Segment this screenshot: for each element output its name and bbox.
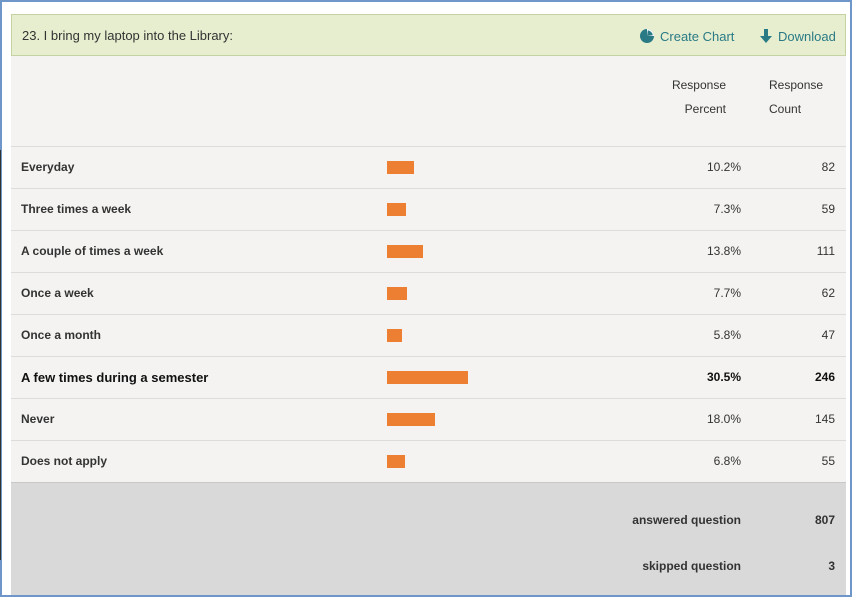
response-count: 111 (816, 244, 835, 258)
response-row: A couple of times a week 13.8% 111 (11, 230, 846, 272)
response-percent: 30.5% (706, 370, 741, 384)
response-row: Everyday 10.2% 82 (11, 146, 846, 188)
response-row: Does not apply 6.8% 55 (11, 440, 846, 482)
download-button[interactable]: Download (759, 26, 836, 46)
answer-option-label: Never (21, 412, 55, 426)
response-count: 47 (821, 328, 835, 342)
response-bar (387, 455, 405, 468)
answer-option-label: Three times a week (21, 202, 132, 216)
survey-question-panel: 23. I bring my laptop into the Library: … (11, 14, 846, 595)
response-rows: Everyday 10.2% 82 Three times a week 7.3… (11, 146, 846, 482)
response-bar (387, 329, 402, 342)
response-count: 145 (814, 412, 835, 426)
answered-question-count: 807 (814, 513, 835, 527)
question-header: 23. I bring my laptop into the Library: … (11, 14, 846, 56)
skipped-question-count: 3 (828, 559, 835, 573)
response-bar (387, 371, 468, 384)
answer-option-label: Everyday (21, 160, 75, 174)
percent-header-line2: Percent (684, 102, 726, 116)
download-arrow-icon (760, 29, 772, 43)
response-percent: 18.0% (706, 412, 741, 426)
create-chart-label: Create Chart (660, 28, 735, 44)
response-percent: 6.8% (713, 454, 741, 468)
response-percent: 10.2% (706, 160, 741, 174)
response-bar (387, 203, 406, 216)
response-count: 62 (821, 286, 835, 300)
response-percent: 13.8% (706, 244, 741, 258)
response-count: 59 (821, 202, 835, 216)
response-count: 55 (821, 454, 835, 468)
answered-question-label: answered question (632, 513, 741, 527)
response-bar (387, 245, 423, 258)
answer-option-label: Once a week (21, 286, 94, 300)
create-chart-button[interactable]: Create Chart (639, 26, 734, 46)
response-bar (387, 413, 435, 426)
response-row: Once a week 7.7% 62 (11, 272, 846, 314)
response-row: Three times a week 7.3% 59 (11, 188, 846, 230)
percent-header-line1: Response (671, 78, 726, 92)
response-bar (387, 161, 414, 174)
answer-option-label: Does not apply (21, 454, 108, 468)
pie-chart-icon (640, 29, 654, 43)
response-row-highlighted: A few times during a semester 30.5% 246 (11, 356, 846, 398)
response-row: Once a month 5.8% 47 (11, 314, 846, 356)
window-edge-divider (0, 150, 1, 560)
response-count-header: Response Count (755, 73, 833, 121)
answer-option-label: Once a month (21, 328, 102, 342)
answer-option-label: A couple of times a week (21, 244, 164, 258)
count-header-line1: Response (769, 78, 824, 92)
response-percent-header: Response Percent (641, 73, 726, 121)
response-percent: 7.7% (713, 286, 741, 300)
response-row: Never 18.0% 145 (11, 398, 846, 440)
answer-option-label: A few times during a semester (21, 370, 209, 385)
skipped-question-label: skipped question (642, 559, 741, 573)
response-percent: 5.8% (713, 328, 741, 342)
response-count: 246 (814, 370, 835, 384)
response-count: 82 (821, 160, 835, 174)
response-summary: answered question 807 skipped question 3 (11, 482, 846, 595)
question-title: 23. I bring my laptop into the Library: (22, 28, 234, 43)
count-header-line2: Count (769, 102, 802, 116)
response-bar (387, 287, 407, 300)
download-label: Download (778, 28, 836, 44)
response-percent: 7.3% (713, 202, 741, 216)
